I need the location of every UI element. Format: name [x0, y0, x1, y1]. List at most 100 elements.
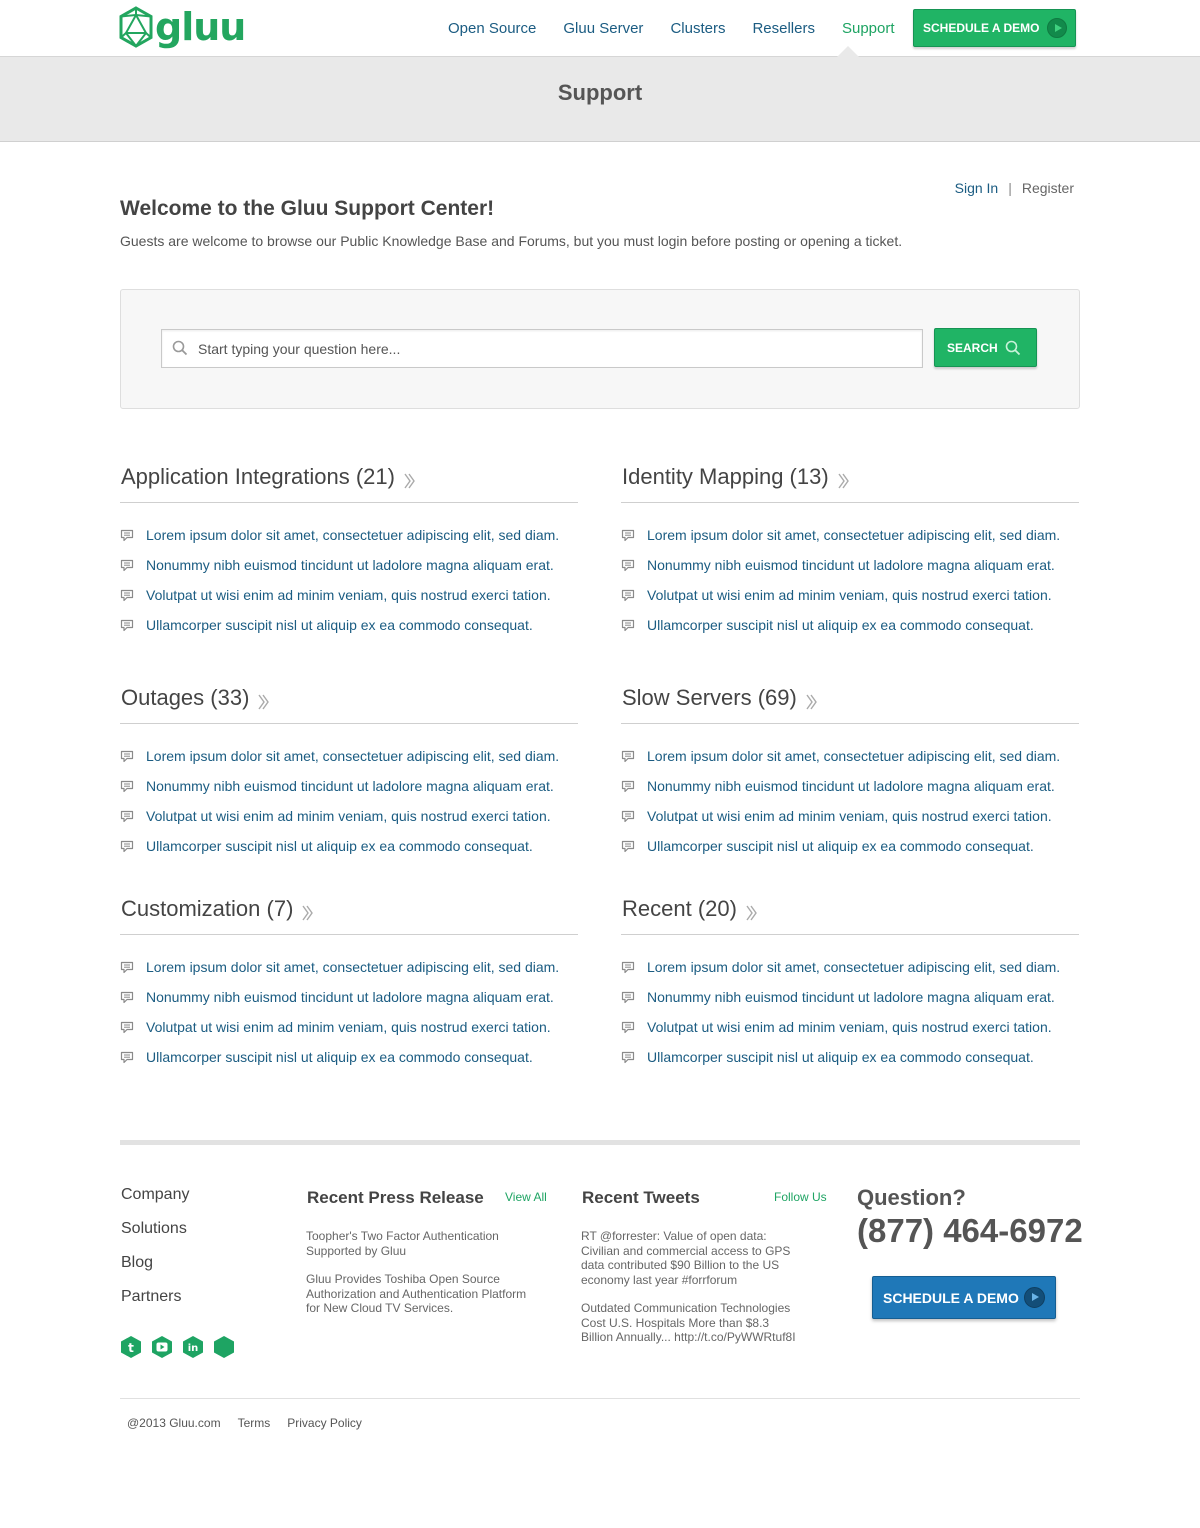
- article-item: Volutpat ut wisi enim ad minim veniam, q…: [621, 801, 1079, 831]
- article-link[interactable]: Ullamcorper suscipit nisl ut aliquip ex …: [146, 1049, 533, 1065]
- double-chevron-right-icon[interactable]: [805, 693, 818, 716]
- article-list: Lorem ipsum dolor sit amet, consectetuer…: [120, 952, 578, 1072]
- nav-item-open-source[interactable]: Open Source: [448, 20, 536, 37]
- article-link[interactable]: Volutpat ut wisi enim ad minim veniam, q…: [647, 1019, 1052, 1035]
- article-link[interactable]: Ullamcorper suscipit nisl ut aliquip ex …: [647, 1049, 1034, 1065]
- article-item: Lorem ipsum dolor sit amet, consectetuer…: [120, 952, 578, 982]
- article-link[interactable]: Ullamcorper suscipit nisl ut aliquip ex …: [647, 838, 1034, 854]
- article-link[interactable]: Volutpat ut wisi enim ad minim veniam, q…: [146, 1019, 551, 1035]
- comment-icon: [621, 559, 635, 572]
- article-list: Lorem ipsum dolor sit amet, consectetuer…: [621, 741, 1079, 861]
- nav-item-resellers[interactable]: Resellers: [752, 20, 815, 37]
- category-header: Application Integrations (21): [120, 463, 578, 503]
- schedule-demo-button[interactable]: SCHEDULE A DEMO: [913, 9, 1076, 47]
- category-header: Outages (33): [120, 684, 578, 724]
- logo[interactable]: gluu: [118, 6, 246, 48]
- gluu-logo-icon: [119, 6, 153, 48]
- article-link[interactable]: Nonummy nibh euismod tincidunt ut ladolo…: [146, 557, 554, 573]
- article-link[interactable]: Nonummy nibh euismod tincidunt ut ladolo…: [146, 989, 554, 1005]
- category-title[interactable]: Customization (7): [121, 895, 293, 923]
- twitter-icon[interactable]: t: [120, 1335, 142, 1359]
- category-title[interactable]: Slow Servers (69): [622, 684, 797, 712]
- welcome-subtitle: Guests are welcome to browse our Public …: [120, 233, 903, 249]
- comment-icon: [621, 529, 635, 542]
- legal-links: @2013 Gluu.com Terms Privacy Policy: [127, 1416, 362, 1430]
- terms-link[interactable]: Terms: [238, 1416, 271, 1430]
- double-chevron-right-icon[interactable]: [257, 693, 270, 716]
- comment-icon: [120, 559, 134, 572]
- press-view-all-link[interactable]: View All: [505, 1190, 547, 1204]
- article-link[interactable]: Nonummy nibh euismod tincidunt ut ladolo…: [647, 989, 1055, 1005]
- double-chevron-right-icon[interactable]: [403, 472, 416, 495]
- hexagon-icon[interactable]: [213, 1335, 235, 1359]
- article-link[interactable]: Ullamcorper suscipit nisl ut aliquip ex …: [647, 617, 1034, 633]
- article-link[interactable]: Lorem ipsum dolor sit amet, consectetuer…: [647, 748, 1060, 764]
- article-link[interactable]: Lorem ipsum dolor sit amet, consectetuer…: [146, 527, 559, 543]
- article-item: Volutpat ut wisi enim ad minim veniam, q…: [621, 580, 1079, 610]
- footer-link-solutions[interactable]: Solutions: [121, 1220, 189, 1254]
- comment-icon: [621, 750, 635, 763]
- footer-link-blog[interactable]: Blog: [121, 1254, 189, 1288]
- comment-icon: [621, 991, 635, 1004]
- nav-item-gluu-server[interactable]: Gluu Server: [563, 20, 643, 37]
- article-link[interactable]: Volutpat ut wisi enim ad minim veniam, q…: [146, 587, 551, 603]
- article-link[interactable]: Nonummy nibh euismod tincidunt ut ladolo…: [647, 557, 1055, 573]
- article-link[interactable]: Volutpat ut wisi enim ad minim veniam, q…: [647, 587, 1052, 603]
- comment-icon: [621, 619, 635, 632]
- search-input[interactable]: [198, 330, 918, 367]
- footer-link-company[interactable]: Company: [121, 1186, 189, 1220]
- category-title[interactable]: Identity Mapping (13): [622, 463, 829, 491]
- comment-icon: [621, 780, 635, 793]
- category-title[interactable]: Application Integrations (21): [121, 463, 395, 491]
- copyright: @2013 Gluu.com: [127, 1416, 221, 1430]
- search-button[interactable]: SEARCH: [934, 328, 1037, 367]
- article-link[interactable]: Ullamcorper suscipit nisl ut aliquip ex …: [146, 838, 533, 854]
- article-link[interactable]: Lorem ipsum dolor sit amet, consectetuer…: [146, 748, 559, 764]
- double-chevron-right-icon[interactable]: [301, 904, 314, 927]
- category-header: Slow Servers (69): [621, 684, 1079, 724]
- article-link[interactable]: Volutpat ut wisi enim ad minim veniam, q…: [647, 808, 1052, 824]
- comment-icon: [120, 1021, 134, 1034]
- bottom-divider: [120, 1398, 1080, 1399]
- article-item: Volutpat ut wisi enim ad minim veniam, q…: [120, 1012, 578, 1042]
- category-title[interactable]: Recent (20): [622, 895, 737, 923]
- footer-schedule-demo-button[interactable]: SCHEDULE A DEMO: [872, 1276, 1056, 1319]
- footer-link-partners[interactable]: Partners: [121, 1288, 189, 1322]
- article-link[interactable]: Ullamcorper suscipit nisl ut aliquip ex …: [146, 617, 533, 633]
- press-item[interactable]: Toopher's Two Factor Authentication Supp…: [306, 1229, 538, 1258]
- comment-icon: [621, 961, 635, 974]
- article-link[interactable]: Nonummy nibh euismod tincidunt ut ladolo…: [146, 778, 554, 794]
- article-item: Nonummy nibh euismod tincidunt ut ladolo…: [621, 550, 1079, 580]
- auth-separator: |: [1008, 180, 1012, 196]
- sign-in-link[interactable]: Sign In: [955, 180, 999, 196]
- article-link[interactable]: Lorem ipsum dolor sit amet, consectetuer…: [647, 959, 1060, 975]
- article-item: Lorem ipsum dolor sit amet, consectetuer…: [621, 520, 1079, 550]
- linkedin-icon[interactable]: in: [182, 1335, 204, 1359]
- page-title-band: Support: [0, 57, 1200, 142]
- category-section: Customization (7) Lorem ipsum dolor sit a…: [120, 895, 578, 1072]
- double-chevron-right-icon[interactable]: [745, 904, 758, 927]
- article-item: Volutpat ut wisi enim ad minim veniam, q…: [120, 801, 578, 831]
- comment-icon: [120, 961, 134, 974]
- article-list: Lorem ipsum dolor sit amet, consectetuer…: [120, 741, 578, 861]
- article-list: Lorem ipsum dolor sit amet, consectetuer…: [621, 952, 1079, 1072]
- nav-active-indicator: [836, 46, 860, 58]
- double-chevron-right-icon[interactable]: [837, 472, 850, 495]
- category-section: Outages (33) Lorem ipsum dolor sit amet, …: [120, 684, 578, 861]
- press-item[interactable]: Gluu Provides Toshiba Open Source Author…: [306, 1272, 538, 1316]
- welcome-title: Welcome to the Gluu Support Center!: [120, 197, 495, 220]
- category-title[interactable]: Outages (33): [121, 684, 249, 712]
- youtube-icon[interactable]: [151, 1335, 173, 1359]
- article-link[interactable]: Volutpat ut wisi enim ad minim veniam, q…: [146, 808, 551, 824]
- auth-links: Sign In | Register: [955, 180, 1074, 196]
- nav-item-clusters[interactable]: Clusters: [670, 20, 725, 37]
- register-link[interactable]: Register: [1022, 180, 1074, 196]
- article-item: Volutpat ut wisi enim ad minim veniam, q…: [120, 580, 578, 610]
- nav-item-support[interactable]: Support: [842, 20, 895, 37]
- privacy-link[interactable]: Privacy Policy: [287, 1416, 362, 1430]
- comment-icon: [120, 589, 134, 602]
- follow-us-link[interactable]: Follow Us: [774, 1190, 827, 1204]
- article-link[interactable]: Nonummy nibh euismod tincidunt ut ladolo…: [647, 778, 1055, 794]
- article-link[interactable]: Lorem ipsum dolor sit amet, consectetuer…: [146, 959, 559, 975]
- article-link[interactable]: Lorem ipsum dolor sit amet, consectetuer…: [647, 527, 1060, 543]
